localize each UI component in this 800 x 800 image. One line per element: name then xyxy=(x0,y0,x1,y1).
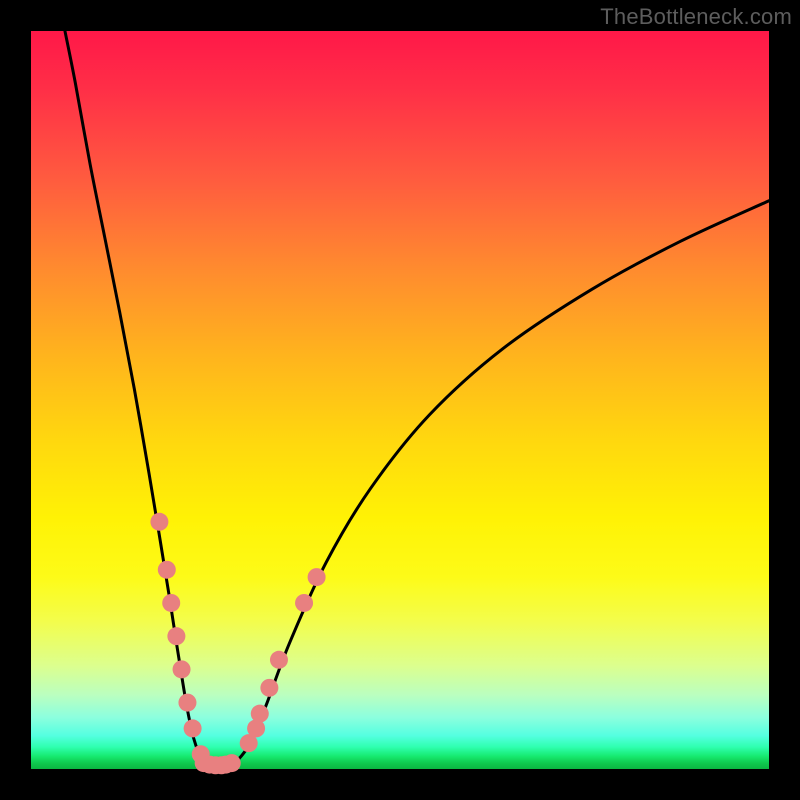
data-marker xyxy=(184,719,202,737)
data-marker xyxy=(173,660,191,678)
data-marker xyxy=(150,513,168,531)
data-marker xyxy=(251,705,269,723)
watermark-text: TheBottleneck.com xyxy=(600,4,792,30)
chart-svg xyxy=(31,31,769,769)
curve-right-curve xyxy=(217,201,769,768)
plot-area xyxy=(31,31,769,769)
chart-frame: TheBottleneck.com xyxy=(0,0,800,800)
curve-left-curve xyxy=(65,31,217,768)
data-marker xyxy=(223,754,241,772)
data-marker xyxy=(308,568,326,586)
data-marker xyxy=(270,651,288,669)
data-marker xyxy=(260,679,278,697)
data-marker xyxy=(162,594,180,612)
data-marker xyxy=(295,594,313,612)
data-marker xyxy=(158,561,176,579)
data-marker xyxy=(178,694,196,712)
data-marker xyxy=(167,627,185,645)
